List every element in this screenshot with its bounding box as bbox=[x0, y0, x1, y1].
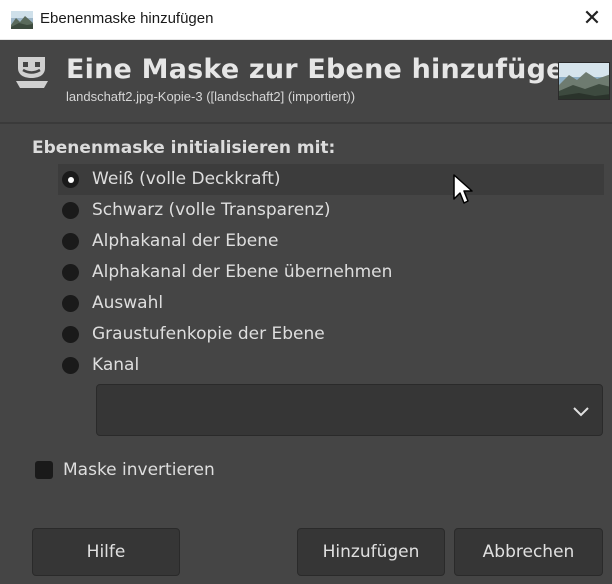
radio-button[interactable] bbox=[62, 264, 79, 281]
chevron-down-icon bbox=[572, 403, 590, 417]
layer-mask-icon bbox=[14, 54, 50, 90]
layer-name-subtitle: landschaft2.jpg-Kopie-3 ([landschaft2] (… bbox=[66, 89, 356, 104]
radio-button[interactable] bbox=[62, 202, 79, 219]
help-button[interactable]: Hilfe bbox=[32, 528, 180, 576]
close-button[interactable]: ✕ bbox=[572, 0, 612, 40]
radio-button[interactable] bbox=[62, 357, 79, 374]
header-separator bbox=[0, 122, 612, 124]
invert-mask-label[interactable]: Maske invertieren bbox=[63, 460, 215, 480]
radio-option-channel[interactable]: Kanal bbox=[58, 350, 604, 381]
radio-option-alpha-transfer[interactable]: Alphakanal der Ebene übernehmen bbox=[58, 257, 604, 288]
radio-button[interactable] bbox=[62, 295, 79, 312]
radio-option-black[interactable]: Schwarz (volle Transparenz) bbox=[58, 195, 604, 226]
radio-label: Alphakanal der Ebene bbox=[92, 231, 279, 251]
channel-select[interactable] bbox=[96, 384, 603, 436]
layer-thumbnail bbox=[558, 62, 610, 100]
radio-option-grayscale[interactable]: Graustufenkopie der Ebene bbox=[58, 319, 604, 350]
init-section-label: Ebenenmaske initialisieren mit: bbox=[32, 138, 336, 158]
radio-option-alpha[interactable]: Alphakanal der Ebene bbox=[58, 226, 604, 257]
radio-label: Auswahl bbox=[92, 293, 164, 313]
radio-label: Kanal bbox=[92, 355, 140, 375]
window-titlebar: Ebenenmaske hinzufügen ✕ bbox=[0, 0, 612, 40]
radio-label: Alphakanal der Ebene übernehmen bbox=[92, 262, 393, 282]
cancel-button[interactable]: Abbrechen bbox=[454, 528, 603, 576]
window-title: Ebenenmaske hinzufügen bbox=[40, 10, 214, 27]
radio-label: Weiß (volle Deckkraft) bbox=[92, 169, 281, 189]
radio-label: Schwarz (volle Transparenz) bbox=[92, 200, 331, 220]
app-landscape-icon bbox=[11, 11, 33, 29]
invert-mask-checkbox[interactable] bbox=[35, 461, 53, 479]
radio-label: Graustufenkopie der Ebene bbox=[92, 324, 325, 344]
radio-button-selected[interactable] bbox=[62, 171, 79, 188]
radio-option-white[interactable]: Weiß (volle Deckkraft) bbox=[58, 164, 604, 195]
close-icon: ✕ bbox=[582, 6, 602, 31]
add-button[interactable]: Hinzufügen bbox=[297, 528, 445, 576]
radio-button[interactable] bbox=[62, 326, 79, 343]
radio-button[interactable] bbox=[62, 233, 79, 250]
radio-option-selection[interactable]: Auswahl bbox=[58, 288, 604, 319]
dialog-title: Eine Maske zur Ebene hinzufügen bbox=[66, 54, 585, 85]
dialog-header: Eine Maske zur Ebene hinzufügen landscha… bbox=[0, 40, 612, 122]
mouse-pointer-icon bbox=[452, 173, 476, 207]
